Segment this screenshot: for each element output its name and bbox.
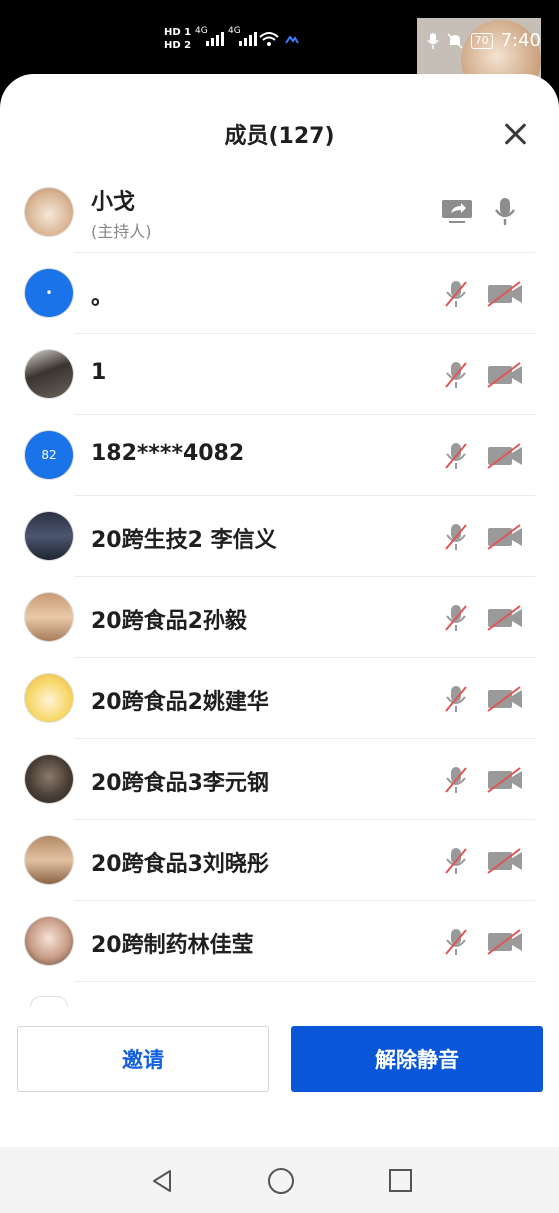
members-panel: 成员(127) 小戈 (主持人) • 。 1 82 182****4082 20… [0,74,559,1213]
avatar [25,593,73,641]
clock: 7:40 [500,30,541,51]
back-icon[interactable] [150,1169,174,1193]
mic-muted-icon[interactable] [443,603,469,633]
mic-muted-icon[interactable] [443,441,469,471]
member-name: 20跨食品2孙毅 [91,609,247,634]
member-row[interactable]: • 。 [0,253,559,334]
avatar [25,512,73,560]
screen-share-icon[interactable] [441,198,473,226]
member-name: 。 [91,285,114,310]
status-right: 70 7:40 [426,30,541,51]
mic-muted-icon[interactable] [443,522,469,552]
avatar: • [25,269,73,317]
member-name: 182****4082 [91,441,245,466]
member-row[interactable]: 82 182****4082 [0,415,559,496]
next-avatar-partial [30,996,68,1007]
avatar [25,917,73,965]
member-role: (主持人) [91,222,152,241]
camera-off-icon[interactable] [486,442,524,470]
member-name: 20跨制药林佳莹 [91,933,254,958]
mic-muted-icon[interactable] [443,360,469,390]
member-row[interactable]: 20跨食品2孙毅 [0,577,559,658]
member-row-host[interactable]: 小戈 (主持人) [0,172,559,253]
signal-icon [239,30,257,46]
member-list[interactable]: 小戈 (主持人) • 。 1 82 182****4082 20跨生技2 李信义… [0,172,559,982]
mic-muted-icon[interactable] [443,927,469,957]
member-name: 20跨食品2姚建华 [91,690,269,715]
camera-off-icon[interactable] [486,523,524,551]
close-icon[interactable] [503,122,527,146]
avatar: 82 [25,431,73,479]
member-name: 20跨生技2 李信义 [91,528,277,553]
mic-on-icon[interactable] [492,196,518,228]
invite-button[interactable]: 邀请 [17,1026,269,1092]
home-icon[interactable] [268,1168,294,1194]
mic-muted-icon[interactable] [443,765,469,795]
mic-muted-icon[interactable] [443,279,469,309]
status-bar: HD 1 HD 2 4G 4G 70 7:40 [0,0,559,100]
member-name: 20跨食品3刘晓彤 [91,852,269,877]
avatar [25,755,73,803]
member-row[interactable]: 20跨制药林佳莹 [0,901,559,982]
wifi-icon [259,32,279,46]
unmute-all-button[interactable]: 解除静音 [291,1026,543,1092]
member-name: 20跨食品3李元钢 [91,771,269,796]
signal-icon [206,30,224,46]
avatar [25,188,73,236]
mic-muted-icon[interactable] [443,684,469,714]
camera-off-icon[interactable] [486,604,524,632]
member-name: 小戈 [91,190,136,215]
member-row[interactable]: 20跨生技2 李信义 [0,496,559,577]
member-name: 1 [91,360,107,385]
camera-off-icon[interactable] [486,685,524,713]
member-row[interactable]: 20跨食品2姚建华 [0,658,559,739]
mic-status-icon [426,32,439,49]
camera-off-icon[interactable] [486,766,524,794]
avatar [25,350,73,398]
member-row[interactable]: 20跨食品3刘晓彤 [0,820,559,901]
member-row[interactable]: 1 [0,334,559,415]
avatar [25,836,73,884]
camera-off-icon[interactable] [486,928,524,956]
system-nav-bar [0,1147,559,1213]
hd-indicator: HD 1 HD 2 [164,27,192,51]
member-row[interactable]: 20跨食品3李元钢 [0,739,559,820]
camera-off-icon[interactable] [486,847,524,875]
camera-off-icon[interactable] [486,361,524,389]
page-title: 成员(127) [224,124,335,149]
camera-off-icon[interactable] [486,280,524,308]
row-divider [74,981,535,982]
battery-icon: 70 [470,32,493,49]
recent-apps-icon[interactable] [389,1169,412,1192]
avatar [25,674,73,722]
bell-off-icon [447,32,463,49]
app-logo-icon [285,36,299,44]
mic-muted-icon[interactable] [443,846,469,876]
